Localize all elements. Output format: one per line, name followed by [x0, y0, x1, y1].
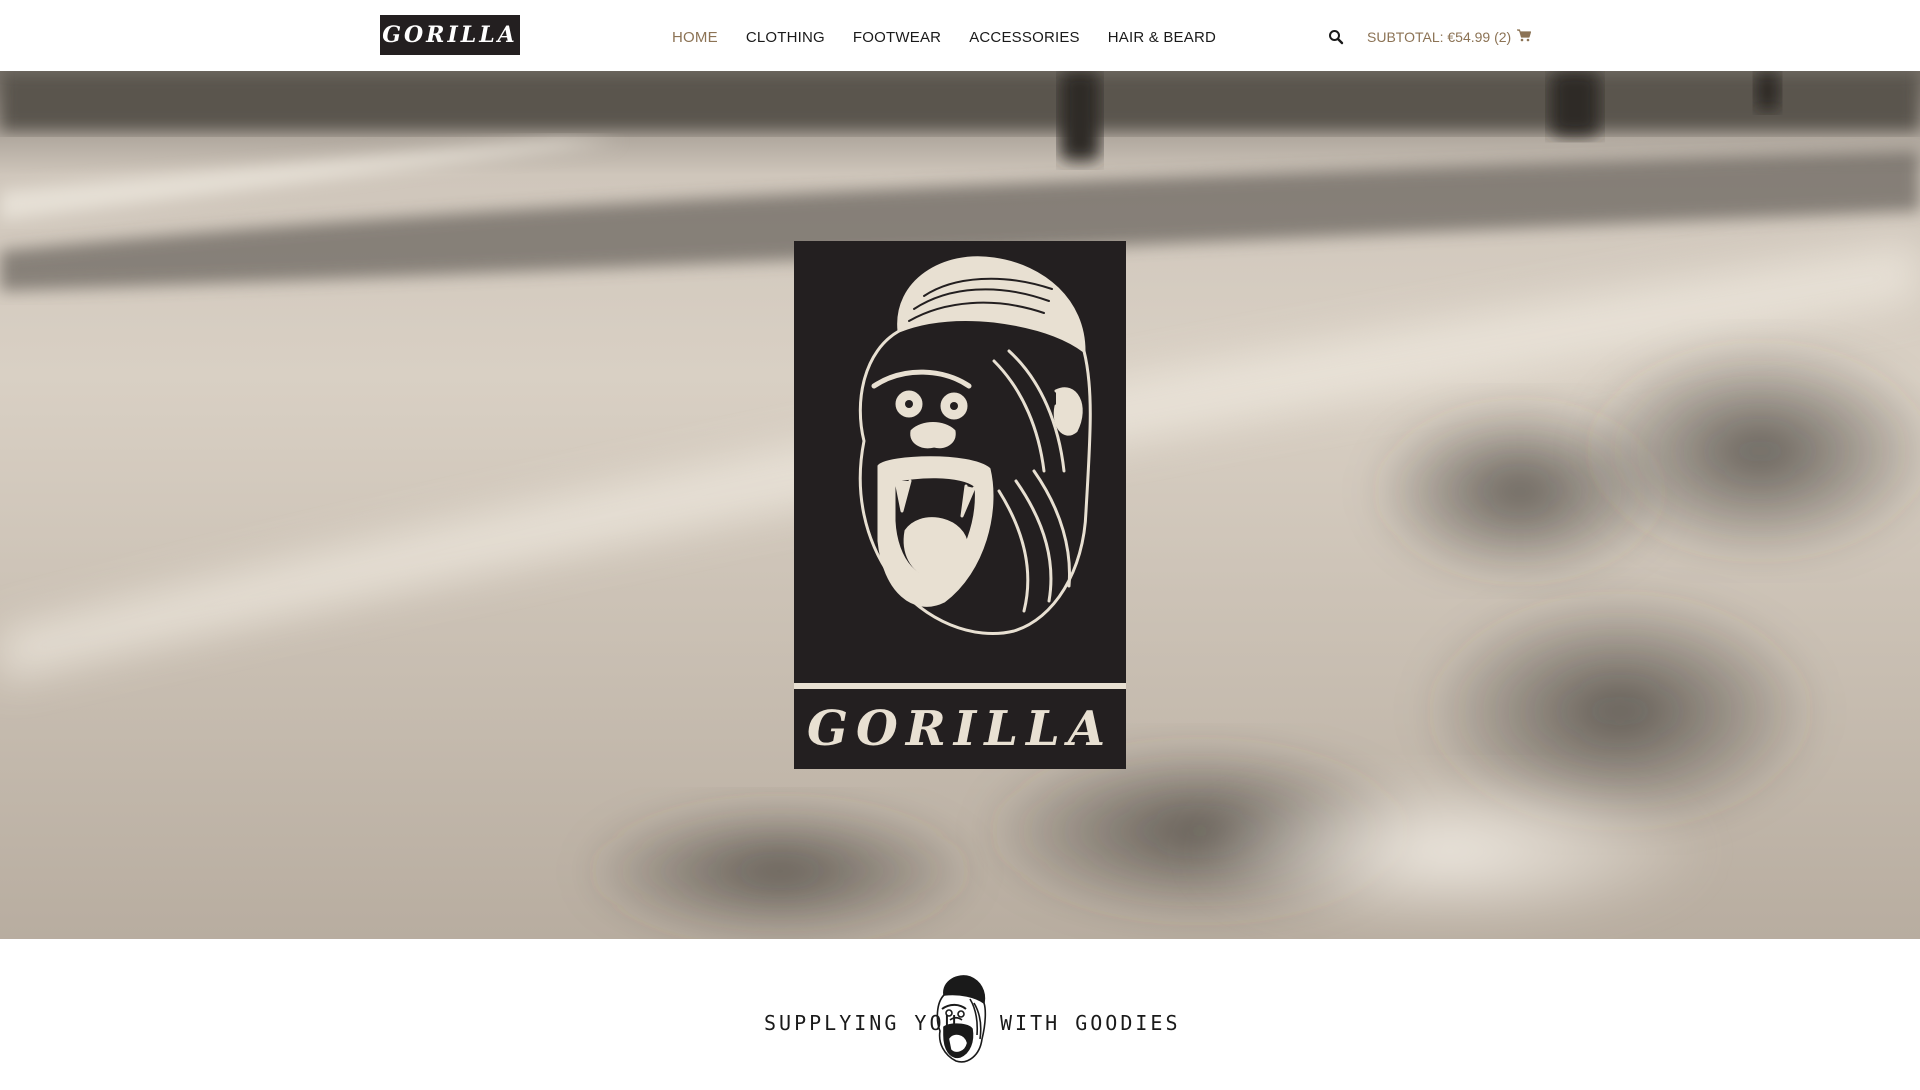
gorilla-head-icon [858, 256, 1092, 636]
main-nav: HOME CLOTHING FOOTWEAR ACCESSORIES HAIR … [672, 0, 1216, 71]
cart-subtotal-link[interactable]: SUBTOTAL: €54.99 (2) [1367, 0, 1532, 71]
cart-icon [1517, 29, 1532, 42]
nav-home[interactable]: HOME [672, 30, 718, 45]
cart-subtotal-text: SUBTOTAL: €54.99 (2) [1367, 28, 1512, 45]
site-header: GORILLA HOME CLOTHING FOOTWEAR ACCESSORI… [0, 0, 1920, 71]
site-logo[interactable]: GORILLA [380, 15, 520, 55]
logo-text: GORILLA [382, 22, 518, 48]
nav-footwear[interactable]: FOOTWEAR [853, 30, 941, 45]
search-button[interactable] [1328, 29, 1344, 45]
tagline-section: SUPPLYING YOU WITH GOODIES [0, 939, 1920, 1090]
nav-hair-beard[interactable]: HAIR & BEARD [1108, 30, 1216, 45]
tagline-right-text: WITH GOODIES [1000, 1011, 1181, 1035]
nav-clothing[interactable]: CLOTHING [746, 30, 825, 45]
hero-wordmark: GORILLA [807, 701, 1113, 757]
gorilla-head-icon [936, 975, 987, 1063]
nav-accessories[interactable]: ACCESSORIES [969, 30, 1080, 45]
search-icon [1329, 30, 1344, 45]
hero-banner: GORILLA [0, 71, 1920, 939]
hero-brand-logo: GORILLA [794, 241, 1126, 769]
